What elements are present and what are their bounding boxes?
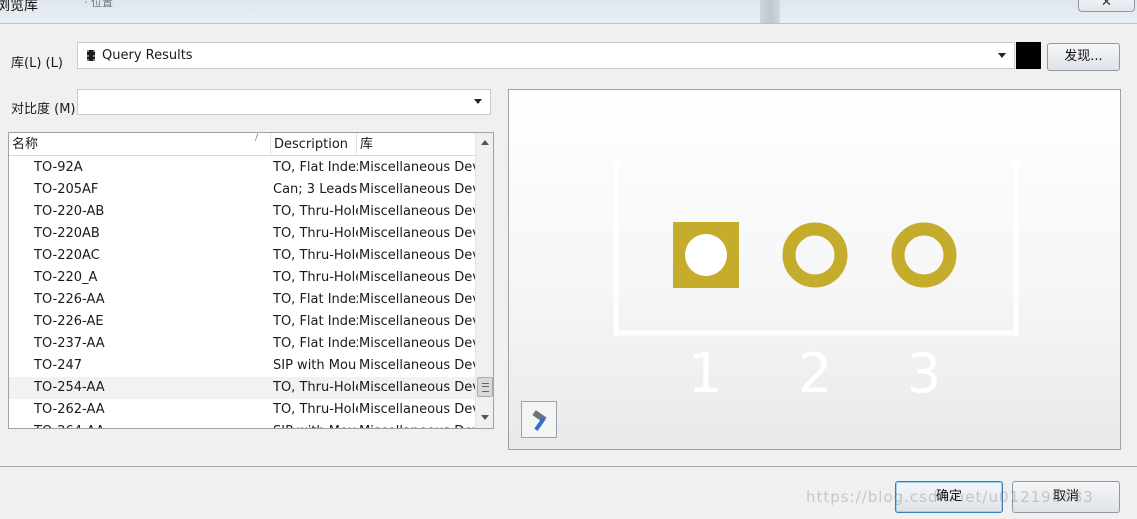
chevron-down-icon	[998, 53, 1006, 58]
list-item-library: Miscellaneous Dev	[359, 248, 475, 263]
list-item[interactable]: TO-92A TO, Flat Index Miscellaneous Dev	[9, 157, 475, 179]
preview-tool-button[interactable]	[521, 401, 557, 438]
chevron-down-icon	[474, 99, 482, 104]
list-item[interactable]: TO-220AC TO, Thru-Hole Miscellaneous Dev	[9, 245, 475, 267]
list-item-name: TO-254-AA	[34, 380, 105, 395]
list-item-description: TO, Thru-Hole	[273, 270, 358, 285]
pad-2	[782, 222, 848, 288]
chip-icon	[87, 50, 95, 61]
list-item-description: SIP with Mou	[273, 358, 357, 373]
title-bar: 浏览库 · 位置 ✕	[0, 0, 1137, 24]
list-item-name: TO-220AC	[34, 248, 100, 263]
hammer-icon	[532, 410, 547, 431]
list-item-description: TO, Thru-Hole	[273, 402, 358, 417]
list-item[interactable]: TO-226-AA TO, Flat Index Miscellaneous Dev	[9, 289, 475, 311]
list-item-description: Can; 3 Leads;	[273, 182, 358, 197]
list-item[interactable]: TO-254-AA TO, Thru-Hole Miscellaneous Dev	[9, 377, 475, 399]
contrast-select[interactable]	[77, 89, 491, 115]
title-bar-divider	[760, 0, 780, 23]
footprint-drawing: 1 2 3	[613, 162, 1019, 405]
list-item-library: Miscellaneous Dev	[359, 336, 475, 351]
list-header: 名称 / Description 库	[9, 133, 475, 156]
list-item-library: Miscellaneous Dev	[359, 402, 475, 417]
library-color-swatch	[1016, 42, 1041, 69]
list-item-library: Miscellaneous Dev	[359, 314, 475, 329]
list-item-name: TO-247	[34, 358, 83, 373]
list-item-description: TO, Flat Index	[273, 336, 358, 351]
list-item-description: TO, Thru-Hole	[273, 204, 358, 219]
column-header-name[interactable]: 名称	[9, 133, 271, 156]
list-item-library: Miscellaneous Dev	[359, 421, 475, 428]
ok-button[interactable]: 确定	[895, 481, 1003, 513]
list-item[interactable]: TO-205AF Can; 3 Leads; Miscellaneous Dev	[9, 179, 475, 201]
contrast-label: 对比度 (M)	[11, 102, 76, 117]
find-button[interactable]: 发现...	[1047, 43, 1120, 71]
list-item-library: Miscellaneous Dev	[359, 226, 475, 241]
library-select[interactable]: Query Results	[77, 42, 1015, 69]
list-item-library: Miscellaneous Dev	[359, 182, 475, 197]
list-item-library: Miscellaneous Dev	[359, 160, 475, 175]
list-scrollbar[interactable]	[475, 133, 493, 428]
list-item-name: TO-226-AA	[34, 292, 105, 307]
library-label: 库(L) (L)	[11, 56, 63, 71]
list-item-library: Miscellaneous Dev	[359, 270, 475, 285]
column-header-library[interactable]: 库	[357, 133, 475, 156]
footprint-preview[interactable]: 1 2 3	[508, 89, 1121, 450]
pad-1-hole	[685, 234, 727, 276]
scroll-thumb[interactable]	[477, 377, 493, 397]
pad-3	[891, 222, 957, 288]
list-item-name: TO-220_A	[34, 270, 98, 285]
close-button[interactable]: ✕	[1078, 0, 1135, 12]
list-item-name: TO-220AB	[34, 226, 100, 241]
list-item-library: Miscellaneous Dev	[359, 204, 475, 219]
sort-indicator-icon: /	[255, 133, 259, 143]
list-item[interactable]: TO-237-AA TO, Flat Index Miscellaneous Dev	[9, 333, 475, 355]
list-item-name: TO-226-AE	[34, 314, 104, 329]
list-item[interactable]: TO-262-AA TO, Thru-Hole Miscellaneous Dev	[9, 399, 475, 421]
list-item[interactable]: TO-220_A TO, Thru-Hole Miscellaneous Dev	[9, 267, 475, 289]
list-item-description: TO, Flat Index	[273, 160, 358, 175]
list-item-library: Miscellaneous Dev	[359, 380, 475, 395]
list-item-name: TO-262-AA	[34, 402, 105, 417]
list-item-description: TO, Thru-Hole	[273, 380, 358, 395]
column-header-description[interactable]: Description	[271, 133, 357, 156]
list-item-name: TO-237-AA	[34, 336, 105, 351]
scroll-down-icon[interactable]	[481, 415, 489, 420]
list-item-description: TO, Thru-Hole	[273, 226, 358, 241]
list-item-description: TO, Flat Index	[273, 292, 358, 307]
list-item[interactable]: TO-247 SIP with Mou Miscellaneous Dev	[9, 355, 475, 377]
background-tab-text: · 位置	[84, 0, 113, 9]
window-title: 浏览库	[0, 0, 38, 14]
pin-number-1: 1	[688, 342, 722, 405]
list-item[interactable]: TO-220-AB TO, Thru-Hole Miscellaneous Dev	[9, 201, 475, 223]
list-item[interactable]: TO-264-AA SIP with MouMiscellaneous Dev	[9, 421, 475, 428]
pin-number-2: 2	[798, 342, 832, 405]
list-item-library: Miscellaneous Dev	[359, 292, 475, 307]
close-icon: ✕	[1101, 0, 1112, 10]
cancel-button[interactable]: 取消	[1012, 481, 1120, 513]
list-rows: TO-92A TO, Flat Index Miscellaneous Dev TO-…	[9, 157, 475, 428]
list-item-description: TO, Thru-Hole	[273, 248, 358, 263]
component-list[interactable]: 名称 / Description 库 TO-92A TO, Flat Index M…	[8, 132, 494, 429]
list-item[interactable]: TO-220AB TO, Thru-Hole Miscellaneous Dev	[9, 223, 475, 245]
list-item-name: TO-220-AB	[34, 204, 105, 219]
list-item-name: TO-92A	[34, 160, 83, 175]
list-item[interactable]: TO-226-AE TO, Flat Index Miscellaneous Dev	[9, 311, 475, 333]
scroll-up-icon[interactable]	[481, 140, 489, 145]
list-item-description: SIP with Mou	[273, 421, 358, 428]
list-item-name: TO-264-AA	[34, 421, 269, 428]
library-select-value: Query Results	[102, 48, 193, 63]
list-item-name: TO-205AF	[34, 182, 99, 197]
list-item-description: TO, Flat Index	[273, 314, 358, 329]
pin-number-3: 3	[907, 342, 941, 405]
list-item-library: Miscellaneous Dev	[359, 358, 475, 373]
